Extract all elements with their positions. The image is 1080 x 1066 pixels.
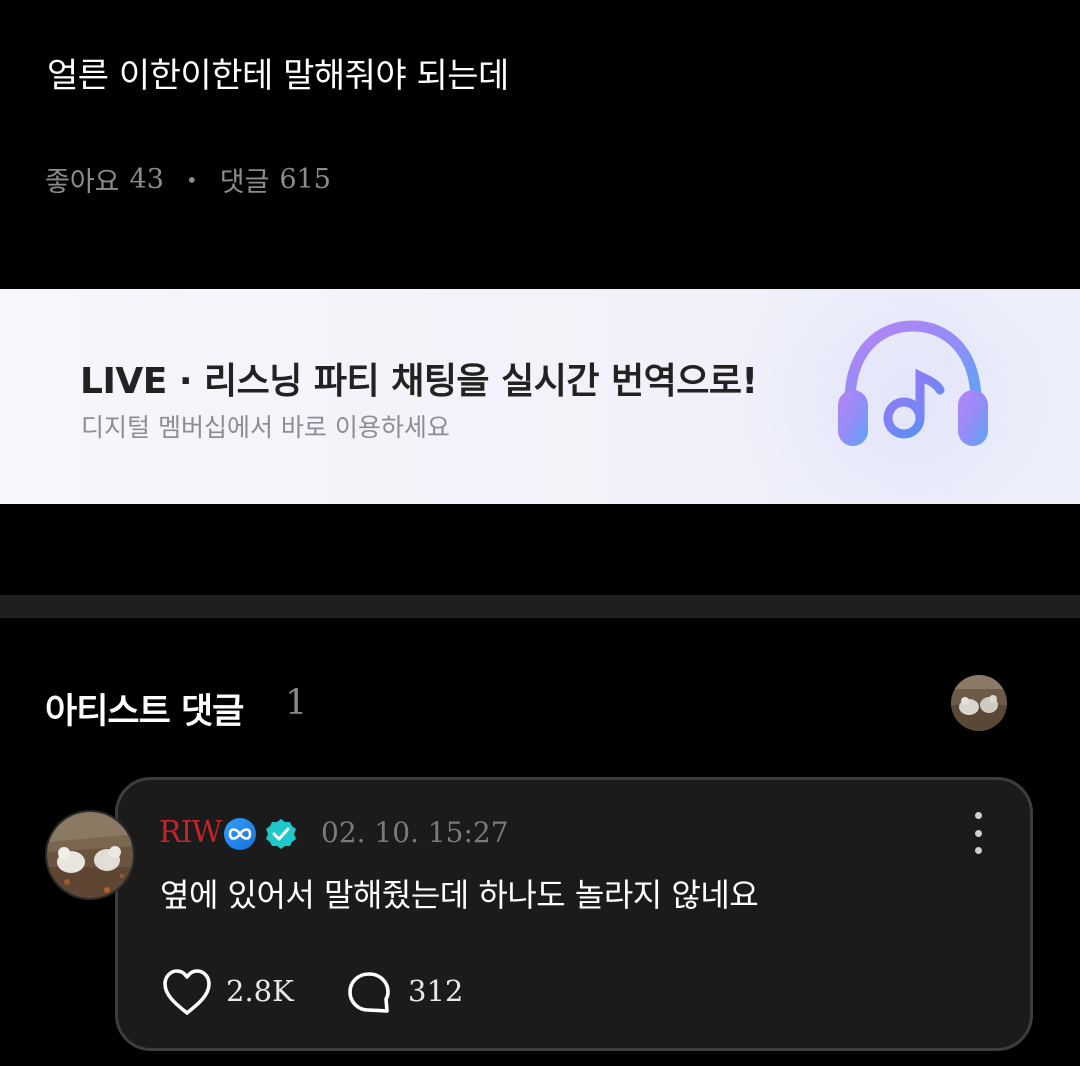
comment-author-name[interactable]: RIW bbox=[159, 815, 222, 850]
more-options-button[interactable] bbox=[966, 812, 990, 854]
artist-comments-count: 1 bbox=[285, 683, 308, 723]
avatar-image bbox=[951, 675, 1007, 731]
like-count: 2.8K bbox=[226, 974, 294, 1008]
headphone-music-icon bbox=[838, 320, 988, 446]
comments-label[interactable]: 댓글 bbox=[220, 160, 270, 199]
verified-icon bbox=[266, 819, 296, 849]
comments-count: 615 bbox=[279, 164, 331, 195]
more-dot-icon bbox=[974, 829, 982, 837]
banner-title: LIVE · 리스닝 파티 채팅을 실시간 번역으로! bbox=[80, 361, 758, 402]
likes-count: 43 bbox=[129, 164, 164, 195]
more-dot-icon bbox=[974, 847, 982, 854]
banner-subtitle: 디지털 멤버십에서 바로 이용하세요 bbox=[81, 413, 450, 442]
more-dot-icon bbox=[974, 812, 982, 819]
post-stats: 좋아요 43 • 댓글 615 bbox=[45, 160, 331, 199]
reply-bubble-icon[interactable] bbox=[345, 969, 393, 1017]
infinity-icon bbox=[224, 818, 256, 850]
heart-icon[interactable] bbox=[160, 966, 214, 1018]
reply-count: 312 bbox=[408, 974, 464, 1008]
stats-separator: • bbox=[185, 167, 198, 192]
artist-avatar-small[interactable] bbox=[951, 675, 1007, 731]
section-divider bbox=[0, 595, 1080, 618]
post-body-text: 얼른 이한이한테 말해줘야 되는데 bbox=[47, 56, 509, 96]
commenter-avatar[interactable] bbox=[45, 810, 135, 900]
avatar-image bbox=[47, 812, 133, 898]
comment-text: 옆에 있어서 말해줬는데 하나도 놀라지 않네요 bbox=[160, 876, 759, 914]
artist-comments-title: 아티스트 댓글 bbox=[45, 692, 244, 732]
likes-label[interactable]: 좋아요 bbox=[45, 160, 120, 199]
comment-timestamp: 02. 10. 15:27 bbox=[321, 816, 509, 849]
